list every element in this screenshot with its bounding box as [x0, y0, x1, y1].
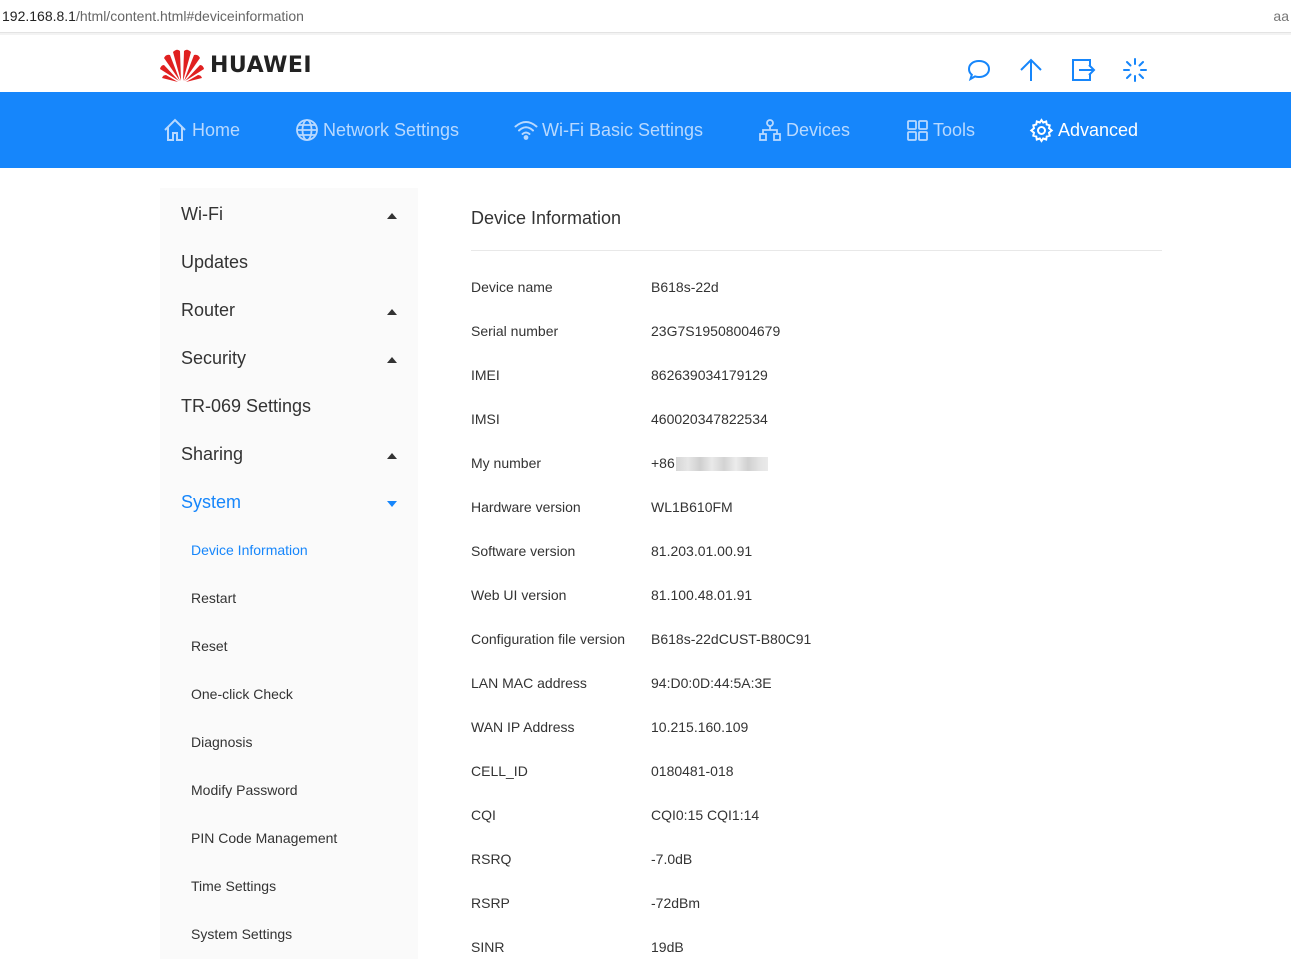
reader-mode-button[interactable]: aa: [1273, 8, 1289, 24]
info-value: 19dB: [651, 939, 684, 955]
sidebar-subitem-one-click-check[interactable]: One-click Check: [191, 686, 293, 702]
caret-down-icon[interactable]: [387, 501, 397, 507]
url-path: /html/content.html#deviceinformation: [75, 8, 304, 24]
info-label: Hardware version: [471, 499, 581, 515]
home-icon: [164, 118, 186, 141]
sidebar-item-tr069-settings[interactable]: TR-069 Settings: [181, 396, 311, 417]
phone-prefix: +86: [651, 455, 675, 471]
nav-advanced-label: Advanced: [1058, 119, 1139, 140]
caret-up-icon[interactable]: [387, 213, 397, 219]
sidebar-subitem-diagnosis[interactable]: Diagnosis: [191, 734, 252, 750]
upload-icon[interactable]: [1016, 55, 1046, 85]
sidebar-item-wifi[interactable]: Wi-Fi: [181, 204, 223, 225]
info-label: Device name: [471, 279, 553, 295]
info-label: LAN MAC address: [471, 675, 587, 691]
huawei-logo-text: HUAWEI: [210, 52, 313, 78]
nav-tools-label: Tools: [933, 119, 976, 140]
sidebar-subitem-reset[interactable]: Reset: [191, 638, 228, 654]
caret-up-icon[interactable]: [387, 309, 397, 315]
info-value: +86: [651, 455, 768, 472]
info-value: 862639034179129: [651, 367, 768, 383]
nav-tools[interactable]: Tools: [906, 92, 975, 168]
message-icon[interactable]: [964, 55, 994, 85]
info-value: 81.100.48.01.91: [651, 587, 753, 603]
info-label: CELL_ID: [471, 763, 528, 779]
nav-wifi-basic-settings[interactable]: Wi-Fi Basic Settings: [514, 92, 703, 168]
url-host: 192.168.8.1: [2, 8, 76, 24]
info-value: WL1B610FM: [651, 499, 733, 515]
info-label: RSRP: [471, 895, 510, 911]
sidebar-subitem-modify-password[interactable]: Modify Password: [191, 782, 298, 798]
sidebar-item-router[interactable]: Router: [181, 300, 235, 321]
devices-icon: [759, 119, 781, 141]
globe-icon: [296, 119, 318, 141]
sidebar-item-security[interactable]: Security: [181, 348, 246, 369]
sidebar-subitem-system-settings[interactable]: System Settings: [191, 926, 292, 942]
sidebar-item-updates[interactable]: Updates: [181, 252, 248, 273]
sidebar-subitem-time-settings[interactable]: Time Settings: [191, 878, 276, 894]
info-value: 460020347822534: [651, 411, 768, 427]
page-title: Device Information: [471, 208, 622, 228]
info-label: WAN IP Address: [471, 719, 575, 735]
huawei-logo[interactable]: HUAWEI: [160, 48, 312, 82]
nav-network-settings-label: Network Settings: [323, 119, 460, 140]
nav-advanced[interactable]: Advanced: [1029, 92, 1138, 168]
info-value: 23G7S19508004679: [651, 323, 781, 339]
title-divider: [471, 250, 1162, 251]
info-label: IMSI: [471, 411, 500, 427]
info-value: 10.215.160.109: [651, 719, 749, 735]
info-value: 81.203.01.00.91: [651, 543, 753, 559]
main-nav: Home Network Settings Wi-Fi Basic Settin…: [0, 92, 1291, 168]
caret-up-icon[interactable]: [387, 357, 397, 363]
nav-home-label: Home: [192, 119, 241, 140]
caret-up-icon[interactable]: [387, 453, 397, 459]
browser-url-bar[interactable]: 192.168.8.1/html/content.html#deviceinfo…: [0, 0, 1291, 35]
sidebar-item-system[interactable]: System: [181, 492, 241, 513]
info-label: Software version: [471, 543, 576, 559]
nav-devices-label: Devices: [786, 119, 851, 140]
url-text[interactable]: 192.168.8.1/html/content.html#deviceinfo…: [2, 8, 304, 24]
sidebar-subitem-restart[interactable]: Restart: [191, 590, 236, 606]
logout-icon[interactable]: [1068, 55, 1098, 85]
nav-devices[interactable]: Devices: [758, 92, 850, 168]
wifi-icon: [514, 121, 538, 140]
info-label: Serial number: [471, 323, 559, 339]
info-label: RSRQ: [471, 851, 512, 867]
tools-icon: [907, 119, 928, 141]
nav-home[interactable]: Home: [162, 92, 240, 168]
top-header: HUAWEI: [0, 36, 1291, 92]
url-bar-shadow: [0, 33, 1291, 35]
info-value: CQI0:15 CQI1:14: [651, 807, 760, 823]
nav-network-settings[interactable]: Network Settings: [295, 92, 459, 168]
info-label: Web UI version: [471, 587, 567, 603]
info-label: My number: [471, 455, 542, 471]
info-value: B618s-22dCUST-B80C91: [651, 631, 812, 647]
info-value: -7.0dB: [651, 851, 693, 867]
redacted-blur: [675, 457, 768, 472]
info-label: CQI: [471, 807, 496, 823]
info-label: Configuration file version: [471, 631, 626, 647]
info-value: 0180481-018: [651, 763, 734, 779]
sidebar-subitem-pin-code-management[interactable]: PIN Code Management: [191, 830, 337, 846]
info-label: SINR: [471, 939, 505, 955]
sidebar-item-sharing[interactable]: Sharing: [181, 444, 243, 465]
gear-icon: [1029, 117, 1054, 143]
info-label: IMEI: [471, 367, 500, 383]
sidebar-subitem-device-information[interactable]: Device Information: [191, 542, 308, 558]
info-value: B618s-22d: [651, 279, 719, 295]
info-value: -72dBm: [651, 895, 701, 911]
huawei-flower-icon: [160, 49, 204, 82]
info-value: 94:D0:0D:44:5A:3E: [651, 675, 772, 691]
loading-icon[interactable]: [1120, 55, 1150, 85]
sidebar: Wi-Fi Updates Router Security TR-069 Set…: [160, 188, 418, 959]
nav-wifi-basic-settings-label: Wi-Fi Basic Settings: [542, 119, 704, 140]
